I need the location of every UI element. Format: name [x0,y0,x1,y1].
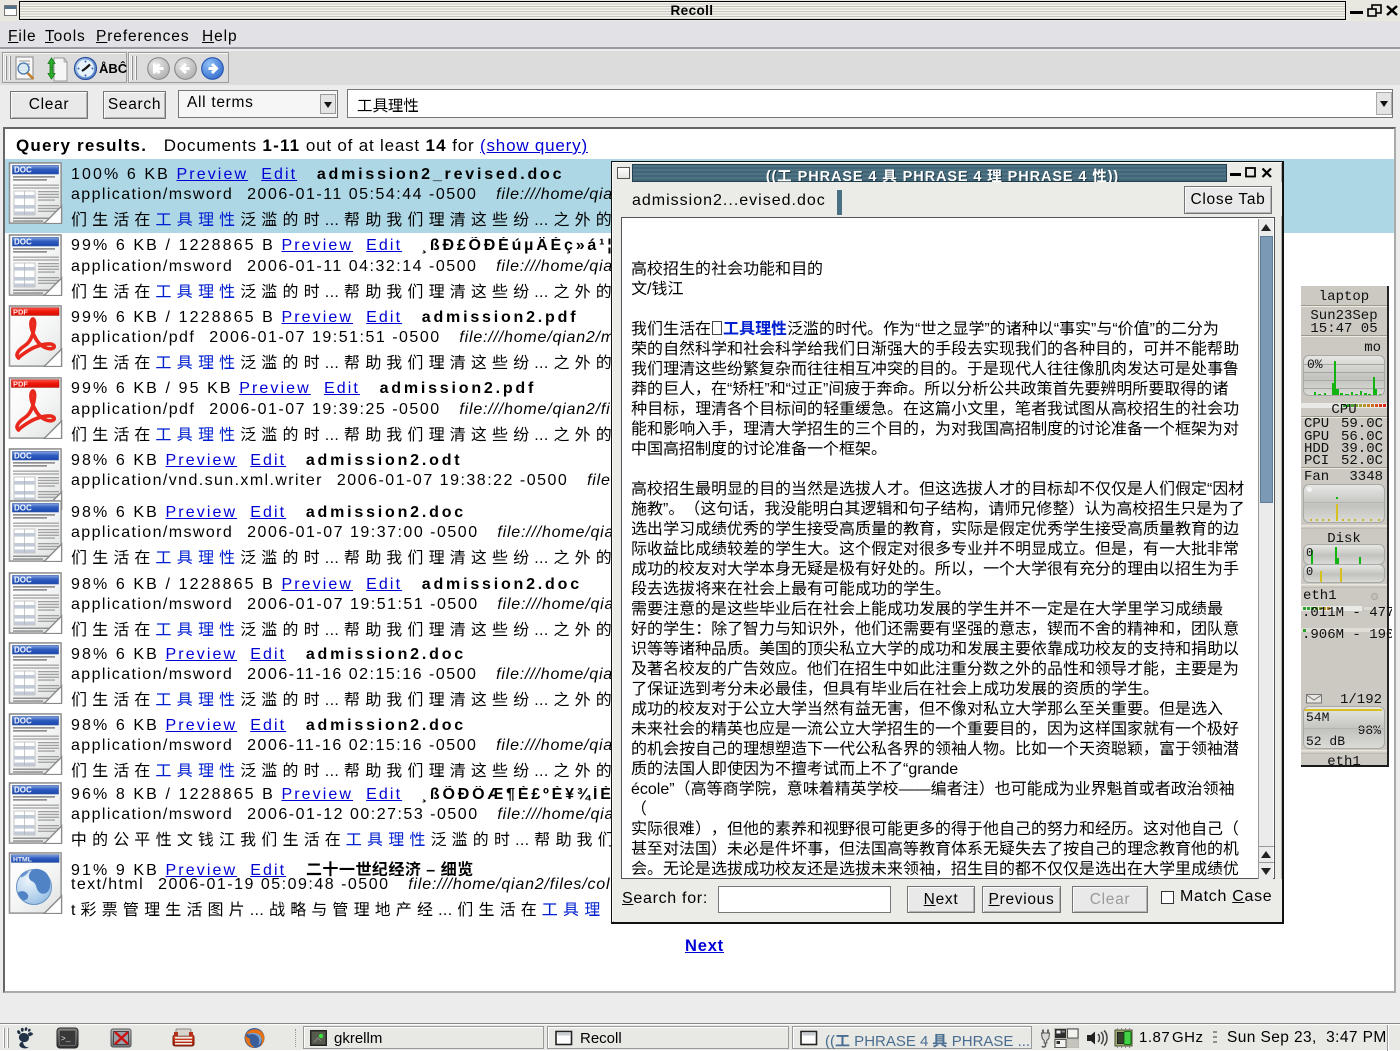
svg-text:DOC: DOC [14,166,32,175]
svg-text:>_: >_ [61,1035,71,1044]
svg-text:DOC: DOC [14,452,32,461]
svg-text:DOC: DOC [14,646,32,655]
svg-text:HTML: HTML [13,856,32,863]
svg-text:PDF: PDF [13,307,28,316]
svg-text:DOC: DOC [14,504,32,513]
svg-text:DOC: DOC [14,786,32,795]
svg-text:PDF: PDF [13,379,28,388]
svg-text:DOC: DOC [14,237,32,246]
svg-text:DOC: DOC [14,717,32,726]
svg-text:DOC: DOC [14,576,32,585]
